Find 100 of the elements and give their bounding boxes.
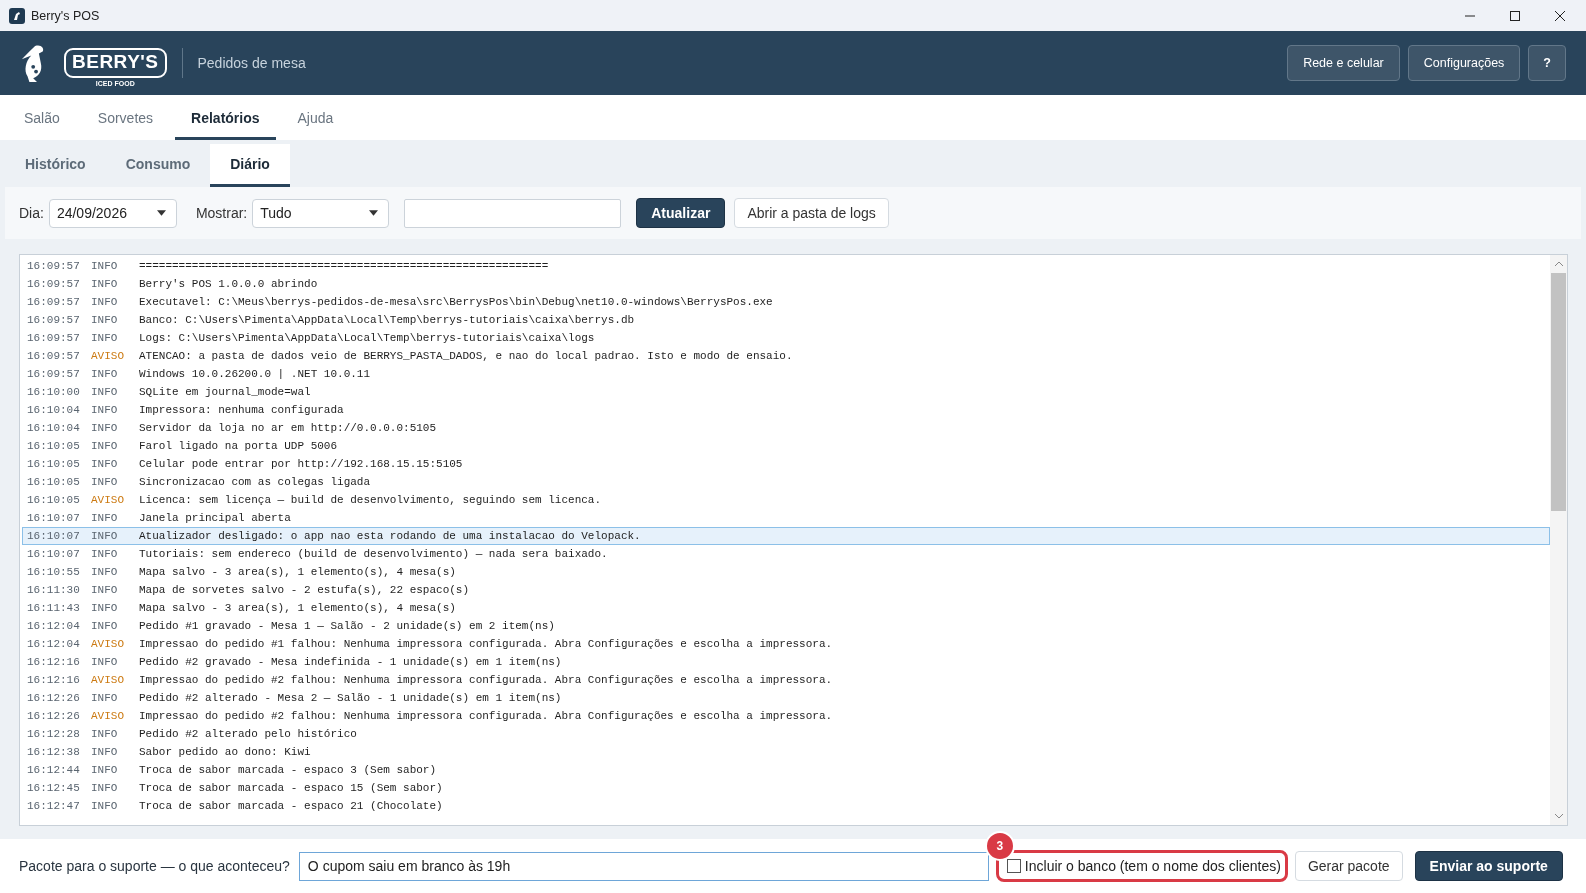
log-row[interactable]: 16:12:04 INFO Pedido #1 gravado - Mesa 1 — Salão - 2 unidade(s) em 2 item(ns) xyxy=(22,617,1550,635)
scroll-down-icon[interactable] xyxy=(1553,813,1564,819)
subtab[interactable]: Consumo xyxy=(105,144,211,187)
tab[interactable]: Relatórios xyxy=(175,95,276,140)
log-message: Troca de sabor marcada - espaco 21 (Chocolate) xyxy=(139,800,443,812)
log-row[interactable]: 16:12:26 AVISO Impressao do pedido #2 falhou: Nenhuma impressora configurada. Abra Configurações e escolha a impressora. xyxy=(22,707,1550,725)
date-dropdown[interactable]: 24/09/2026 xyxy=(48,198,177,228)
log-row[interactable]: 16:09:57 INFO Executavel: C:\Meus\berrys-pedidos-de-mesa\src\BerrysPos\bin\Debug\net10.0-windows\BerrysPos.exe xyxy=(22,293,1550,311)
log-level: INFO xyxy=(91,728,119,740)
log-level: INFO xyxy=(91,692,119,704)
log-time: 16:12:04 xyxy=(26,638,81,650)
log-time: 16:09:57 xyxy=(26,296,81,308)
subtab[interactable]: Histórico xyxy=(5,144,106,187)
log-time: 16:09:57 xyxy=(26,278,81,290)
window-title: Berry's POS xyxy=(31,8,100,23)
log-row[interactable]: 16:09:57 INFO Windows 10.0.26200.0 | .NET 10.0.11 xyxy=(22,365,1550,383)
log-level: INFO xyxy=(91,458,119,470)
log-message: Mapa salvo - 3 area(s), 1 elemento(s), 4 mesa(s) xyxy=(139,602,456,614)
log-message: Troca de sabor marcada - espaco 3 (Sem sabor) xyxy=(139,764,437,776)
log-row[interactable]: 16:12:04 AVISO Impressao do pedido #1 falhou: Nenhuma impressora configurada. Abra Configurações e escolha a impressora. xyxy=(22,635,1550,653)
log-time: 16:10:05 xyxy=(26,440,81,452)
log-row[interactable]: 16:09:57 INFO Logs: C:\Users\Pimenta\AppData\Local\Temp\berrys-tutoriais\caixa\logs xyxy=(22,329,1550,347)
scrollbar[interactable] xyxy=(1550,255,1567,825)
log-level: INFO xyxy=(91,332,119,344)
header-button[interactable]: Configurações xyxy=(1407,45,1521,81)
filter-dropdown[interactable]: Tudo xyxy=(252,198,390,228)
close-icon[interactable] xyxy=(1554,9,1566,22)
log-row[interactable]: 16:11:43 INFO Mapa salvo - 3 area(s), 1 elemento(s), 4 mesa(s) xyxy=(22,599,1550,617)
log-row[interactable]: 16:10:04 INFO Servidor da loja no ar em http://0.0.0.0:5105 xyxy=(22,419,1550,437)
tab[interactable]: Salão xyxy=(8,95,76,140)
log-row[interactable]: 16:12:44 INFO Troca de sabor marcada - espaco 3 (Sem sabor) xyxy=(22,761,1550,779)
log-row[interactable]: 16:09:57 AVISO ATENCAO: a pasta de dados veio de BERRYS_PASTA_DADOS, e nao do local padrao. Isto e modo de ensaio. xyxy=(22,347,1550,365)
log-row[interactable]: 16:10:05 AVISO Licenca: sem licença — build de desenvolvimento, seguindo sem licenca. xyxy=(22,491,1550,509)
log-row[interactable]: 16:09:57 INFO ============================================================== xyxy=(22,257,1550,275)
log-level: AVISO xyxy=(91,494,125,506)
log-level: INFO xyxy=(91,584,119,596)
log-time: 16:10:04 xyxy=(26,422,81,434)
header-button[interactable]: ? xyxy=(1528,45,1566,81)
log-row[interactable]: 16:12:47 INFO Troca de sabor marcada - espaco 21 (Chocolate) xyxy=(22,797,1550,815)
show-label: Mostrar: xyxy=(195,205,248,221)
log-level: INFO xyxy=(91,656,119,668)
log-row[interactable]: 16:10:00 INFO SQLite em journal_mode=wal xyxy=(22,383,1550,401)
open-logs-button[interactable]: Abrir a pasta de logs xyxy=(734,198,889,228)
support-label: Pacote para o suporte — o que aconteceu? xyxy=(19,858,290,874)
header-button[interactable]: Rede e celular xyxy=(1287,45,1400,81)
log-message: Executavel: C:\Meus\berrys-pedidos-de-mesa\src\BerrysPos\bin\Debug\net10.0-windows\BerrysPos.exe xyxy=(139,296,773,308)
log-time: 16:12:47 xyxy=(26,800,81,812)
maximize-icon[interactable] xyxy=(1509,9,1521,22)
log-level: AVISO xyxy=(91,710,125,722)
log-time: 16:09:57 xyxy=(26,350,81,362)
search-field[interactable] xyxy=(404,198,622,228)
logo-text: BERRY'S xyxy=(72,52,159,71)
log-row[interactable]: 16:10:07 INFO Atualizador desligado: o app nao esta rodando de uma instalacao do Velopack. xyxy=(22,527,1550,545)
log-message: Licenca: sem licença — build de desenvolvimento, seguindo sem licenca. xyxy=(139,494,602,506)
log-level: INFO xyxy=(91,404,119,416)
log-level: AVISO xyxy=(91,638,125,650)
generate-package-button[interactable]: Gerar pacote xyxy=(1294,851,1403,881)
send-to-support-button[interactable]: Enviar ao suporte xyxy=(1414,851,1563,881)
log-row[interactable]: 16:12:16 AVISO Impressao do pedido #2 falhou: Nenhuma impressora configurada. Abra Configurações e escolha a impressora. xyxy=(22,671,1550,689)
app-subtitle: Pedidos de mesa xyxy=(197,55,306,71)
refresh-button[interactable]: Atualizar xyxy=(636,198,726,228)
log-row[interactable]: 16:10:05 INFO Sincronizacao com as colegas ligada xyxy=(22,473,1550,491)
subtab[interactable]: Diário xyxy=(210,144,290,187)
include-database-checkbox[interactable]: Incluir o banco (tem o nome dos clientes) xyxy=(1006,858,1281,874)
log-row[interactable]: 16:10:04 INFO Impressora: nenhuma configurada xyxy=(22,401,1550,419)
log-time: 16:12:44 xyxy=(26,764,81,776)
log-message: ATENCAO: a pasta de dados veio de BERRYS_PASTA_DADOS, e nao do local padrao. Isto e modo de ensaio. xyxy=(139,350,793,362)
log-row[interactable]: 16:10:55 INFO Mapa salvo - 3 area(s), 1 elemento(s), 4 mesa(s) xyxy=(22,563,1550,581)
log-row[interactable]: 16:10:05 INFO Celular pode entrar por http://192.168.15.15:5105 xyxy=(22,455,1550,473)
log-row[interactable]: 16:12:38 INFO Sabor pedido ao dono: Kiwi xyxy=(22,743,1550,761)
log-level: INFO xyxy=(91,386,119,398)
log-time: 16:10:55 xyxy=(26,566,81,578)
log-level: INFO xyxy=(91,296,119,308)
log-message: SQLite em journal_mode=wal xyxy=(139,386,311,398)
log-time: 16:12:16 xyxy=(26,656,81,668)
scrollbar-thumb[interactable] xyxy=(1551,273,1566,511)
log-level: INFO xyxy=(91,422,119,434)
log-row[interactable]: 16:10:07 INFO Tutoriais: sem endereco (build de desenvolvimento) — nada sera baixado. xyxy=(22,545,1550,563)
log-message: Pedido #2 alterado pelo histórico xyxy=(139,728,357,740)
log-level: INFO xyxy=(91,764,119,776)
log-row[interactable]: 16:09:57 INFO Banco: C:\Users\Pimenta\AppData\Local\Temp\berrys-tutoriais\caixa\berrys.db xyxy=(22,311,1550,329)
log-level: INFO xyxy=(91,512,119,524)
log-row[interactable]: 16:12:26 INFO Pedido #2 alterado - Mesa 2 — Salão - 1 unidade(s) em 1 item(ns) xyxy=(22,689,1550,707)
tab[interactable]: Ajuda xyxy=(281,95,350,140)
log-row[interactable]: 16:12:16 INFO Pedido #2 gravado - Mesa indefinida - 1 unidade(s) em 1 item(ns) xyxy=(22,653,1550,671)
log-level: AVISO xyxy=(91,350,125,362)
scroll-up-icon[interactable] xyxy=(1553,261,1564,267)
log-row[interactable]: 16:12:45 INFO Troca de sabor marcada - espaco 15 (Sem sabor) xyxy=(22,779,1550,797)
description-field[interactable]: O cupom saiu em branco às 19h xyxy=(298,851,989,881)
log-level: INFO xyxy=(91,368,119,380)
log-level: INFO xyxy=(91,314,119,326)
log-row[interactable]: 16:12:28 INFO Pedido #2 alterado pelo histórico xyxy=(22,725,1550,743)
log-row[interactable]: 16:10:07 INFO Janela principal aberta xyxy=(22,509,1550,527)
log-row[interactable]: 16:10:05 INFO Farol ligado na porta UDP 5006 xyxy=(22,437,1550,455)
log-message: Pedido #2 alterado - Mesa 2 — Salão - 1 unidade(s) em 1 item(ns) xyxy=(139,692,562,704)
log-time: 16:12:45 xyxy=(26,782,81,794)
log-message: Banco: C:\Users\Pimenta\AppData\Local\Temp\berrys-tutoriais\caixa\berrys.db xyxy=(139,314,635,326)
log-row[interactable]: 16:11:30 INFO Mapa de sorvetes salvo - 2 estufa(s), 22 espaco(s) xyxy=(22,581,1550,599)
tab[interactable]: Sorvetes xyxy=(81,95,170,140)
log-row[interactable]: 16:09:57 INFO Berry's POS 1.0.0.0 abrindo xyxy=(22,275,1550,293)
